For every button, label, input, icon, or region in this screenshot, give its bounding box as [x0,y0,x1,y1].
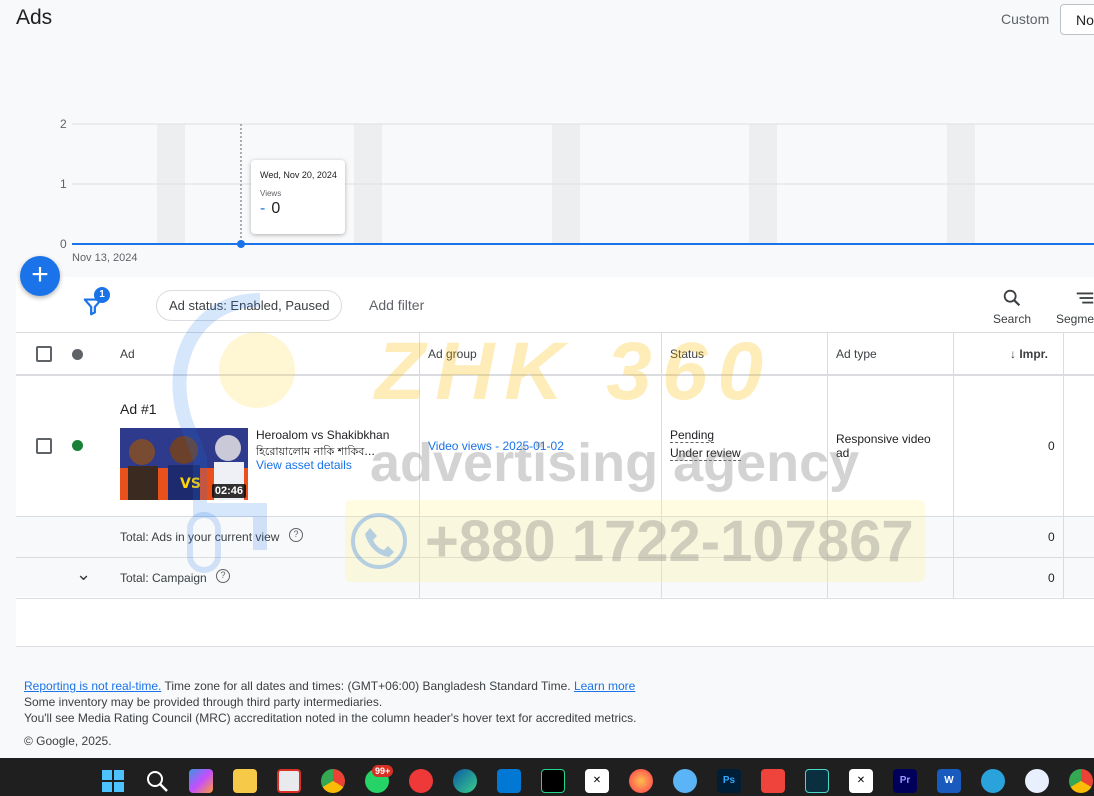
file-explorer-icon[interactable] [233,769,257,793]
total-campaign-label: Total: Campaign [120,571,207,585]
chrome-icon[interactable] [321,769,345,793]
table-toolbar: 1 Ad status: Enabled, Paused Add filter … [16,277,1094,333]
tooltip-value-row: -0 [260,200,345,218]
capcut-icon[interactable]: ✕ [585,769,609,793]
photoshop-icon[interactable]: Ps [717,769,741,793]
create-plus-button[interactable]: + [20,256,60,296]
header-ad-type[interactable]: Ad type [836,347,877,361]
sort-arrow-down-icon: ↓ [1010,347,1020,361]
search-icon [1003,289,1021,307]
app-icon[interactable] [1025,769,1049,793]
status-column-dot [72,349,83,360]
header-impr[interactable]: ↓ Impr. [1010,347,1048,361]
y-tick-label: 1 [60,177,67,191]
anydesk-icon[interactable] [761,769,785,793]
footer-line-3: You'll see Media Rating Council (MRC) ac… [24,711,637,725]
total-campaign-impr: 0 [1048,571,1055,585]
header-divider [16,374,1094,376]
ad-group-link[interactable]: Video views - 2025-01-02 [428,439,564,453]
windows-taskbar: ✕ Ps ✕ Pr W [0,758,1094,796]
windows-start-icon[interactable] [101,769,125,793]
footer-timezone-text: Time zone for all dates and times: (GMT+… [161,679,574,693]
sync-icon[interactable] [673,769,697,793]
x-axis-first-label: Nov 13, 2024 [72,252,137,264]
svg-text:VS: VS [180,476,201,492]
add-filter-button[interactable]: Add filter [369,297,424,313]
segment-button[interactable]: Segme [1056,287,1094,326]
ad-status-filter-chip[interactable]: Ad status: Enabled, Paused [156,290,343,321]
page-title: Ads [16,6,53,29]
enabled-status-dot [72,440,83,451]
search-icon[interactable] [145,769,169,793]
reporting-link[interactable]: Reporting is not real-time. [24,679,161,693]
pycharm-icon[interactable] [541,769,565,793]
footer-line-2: Some inventory may be provided through t… [24,695,383,709]
learn-more-link[interactable]: Learn more [574,679,635,693]
status-under-review[interactable]: Under review [670,446,741,461]
store-icon[interactable] [497,769,521,793]
segment-icon [1076,292,1094,304]
view-asset-details-link[interactable]: View asset details [256,458,352,472]
date-range-label: Custom [1001,11,1050,27]
y-tick-label: 0 [60,237,67,251]
total-view-impr: 0 [1048,530,1055,544]
row-checkbox[interactable] [36,438,52,454]
video-duration: 02:46 [211,484,246,498]
copilot-icon[interactable] [189,769,213,793]
search-label: Search [992,312,1032,326]
tooltip-value: 0 [271,200,281,217]
filter-count-badge: 1 [94,287,110,303]
footer-notes: Reporting is not real-time. Time zone fo… [24,678,636,726]
date-range-button[interactable]: No [1060,4,1094,35]
chart-tooltip: Wed, Nov 20, 2024 Views -0 [251,160,345,234]
header-impr-label: Impr. [1019,347,1049,361]
help-icon[interactable]: ? [216,569,230,583]
ads-page: Ads Custom No 2 1 0 Nov 13, 2024 Wed, No… [0,0,1094,796]
whatsapp-badge: 99+ [372,765,394,777]
expand-chevron-icon[interactable]: ⌄ [76,564,91,585]
tooltip-date: Wed, Nov 20, 2024 [260,170,337,180]
series-dash-icon: - [260,200,266,217]
capcut-2-icon[interactable]: ✕ [849,769,873,793]
ads-table-panel: 1 Ad status: Enabled, Paused Add filter … [16,277,1094,647]
total-view-label: Total: Ads in your current view [120,530,280,544]
chrome-2-icon[interactable] [1069,769,1093,793]
row-divider [16,598,1094,599]
search-button[interactable]: Search [987,287,1037,326]
footer-line-1: Reporting is not real-time. Time zone fo… [24,678,636,694]
premiere-icon[interactable]: Pr [893,769,917,793]
tooltip-metric: Views [260,189,282,198]
help-icon[interactable]: ? [289,528,303,542]
telegram-icon[interactable] [981,769,1005,793]
row-divider [16,557,1094,558]
ad-name: Ad #1 [120,401,157,417]
segment-label: Segme [1056,312,1094,326]
status-pending: Pending [670,428,715,443]
copyright: © Google, 2025. [24,734,112,748]
vivaldi-icon[interactable] [409,769,433,793]
header-ad-group[interactable]: Ad group [428,347,477,361]
word-icon[interactable]: W [937,769,961,793]
data-point[interactable] [237,240,245,248]
video-title: Heroalom vs Shakibkhan [256,428,390,442]
snipping-tool-icon[interactable] [277,769,301,793]
header-ad[interactable]: Ad [120,347,135,361]
filmora-icon[interactable] [805,769,829,793]
firefox-icon[interactable] [629,769,653,793]
impr-value: 0 [1048,439,1055,453]
y-tick-label: 2 [60,117,67,131]
views-chart: 2 1 0 Nov 13, 2024 [60,117,1094,264]
header-status[interactable]: Status [670,347,704,361]
select-all-checkbox[interactable] [36,346,52,362]
ad-type: Responsive video ad [836,432,931,460]
video-thumbnail[interactable]: VS 02:46 [120,428,248,500]
edge-icon[interactable] [453,769,477,793]
